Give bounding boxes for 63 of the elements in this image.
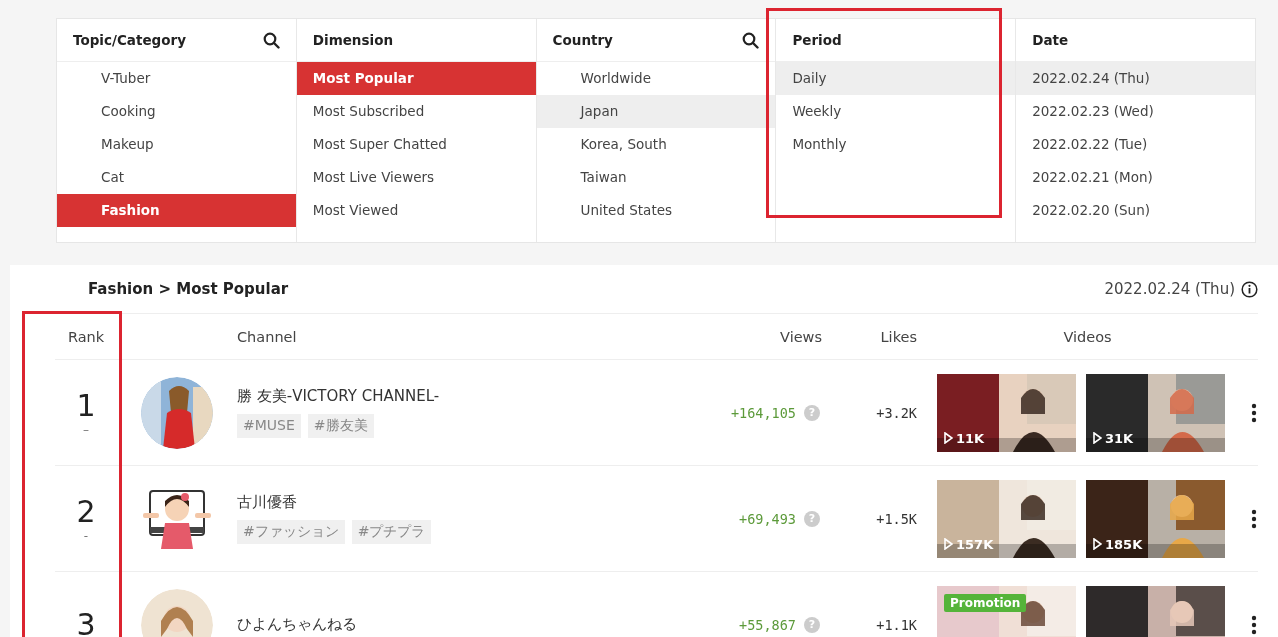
filter-option[interactable]: Makeup bbox=[57, 128, 296, 161]
ranking-date: 2022.02.24 (Thu) bbox=[1104, 280, 1235, 298]
filter-option[interactable]: Fashion bbox=[57, 194, 296, 227]
rank-change: - bbox=[83, 528, 89, 543]
likes-count: +1.5K bbox=[876, 511, 917, 527]
video-views: 11K bbox=[956, 430, 985, 446]
filter-option[interactable]: Taiwan bbox=[536, 161, 776, 194]
filter-option[interactable]: Most Live Viewers bbox=[296, 161, 536, 194]
views-count: +55,867 bbox=[739, 616, 796, 633]
likes-count: +3.2K bbox=[876, 405, 917, 421]
filter-option[interactable]: Daily bbox=[776, 62, 1016, 95]
video-views: 185K bbox=[1105, 536, 1143, 552]
search-icon[interactable] bbox=[262, 31, 280, 49]
play-icon bbox=[944, 538, 953, 550]
breadcrumb: Fashion > Most Popular bbox=[88, 280, 289, 298]
more-icon[interactable] bbox=[1251, 402, 1257, 423]
column-title: Dimension bbox=[312, 32, 393, 48]
filter-option[interactable]: 2022.02.21 (Mon) bbox=[1016, 161, 1255, 194]
column-title: Topic/Category bbox=[73, 32, 186, 48]
play-icon bbox=[1093, 432, 1102, 444]
filter-option[interactable]: Korea, South bbox=[536, 128, 776, 161]
column-header: Likes bbox=[879, 328, 917, 345]
filter-option[interactable]: Worldwide bbox=[536, 62, 776, 95]
video-views: 31K bbox=[1105, 430, 1134, 446]
filter-option[interactable]: 2022.02.24 (Thu) bbox=[1016, 62, 1255, 95]
filter-option[interactable]: 2022.02.22 (Tue) bbox=[1016, 128, 1255, 161]
play-icon bbox=[1093, 538, 1102, 550]
filter-option[interactable]: Most Viewed bbox=[296, 194, 536, 227]
column-header: Rank bbox=[66, 328, 106, 345]
filter-option[interactable]: Japan bbox=[536, 95, 776, 128]
rank-change: – bbox=[83, 422, 89, 437]
rank-number: 2 bbox=[76, 494, 96, 529]
play-icon bbox=[944, 432, 953, 444]
column-title: Period bbox=[792, 32, 842, 48]
views-count: +164,105 bbox=[730, 404, 796, 421]
info-icon[interactable] bbox=[1241, 280, 1258, 298]
column-title: Date bbox=[1032, 32, 1069, 48]
filter-option[interactable]: United States bbox=[536, 194, 776, 227]
filter-option[interactable]: Cat bbox=[57, 161, 296, 194]
column-header: Videos bbox=[1062, 328, 1113, 345]
filter-option[interactable]: V-Tuber bbox=[57, 62, 296, 95]
filter-option[interactable]: Most Subscribed bbox=[296, 95, 536, 128]
more-icon[interactable] bbox=[1251, 508, 1257, 529]
rank-number: 3 bbox=[76, 607, 96, 637]
filter-option[interactable]: Cooking bbox=[57, 95, 296, 128]
column-header: Channel bbox=[237, 328, 298, 345]
filter-option[interactable]: Weekly bbox=[776, 95, 1016, 128]
column-title: Country bbox=[552, 32, 613, 48]
filter-option[interactable]: 2022.02.23 (Wed) bbox=[1016, 95, 1255, 128]
search-icon[interactable] bbox=[742, 31, 760, 49]
filter-option[interactable]: Most Popular bbox=[296, 62, 536, 95]
views-count: +69,493 bbox=[739, 510, 796, 527]
channel-name[interactable]: 古川優香 bbox=[237, 493, 297, 512]
more-icon[interactable] bbox=[1251, 614, 1257, 635]
channel-name[interactable]: 勝 友美-VICTORY CHANNEL- bbox=[237, 387, 440, 406]
channel-name[interactable]: ひよんちゃんねる bbox=[237, 615, 357, 634]
filter-option[interactable]: Most Super Chatted bbox=[296, 128, 536, 161]
filter-option[interactable]: 2022.02.20 (Sun) bbox=[1016, 194, 1255, 227]
column-header: Views bbox=[779, 328, 822, 345]
filter-option[interactable]: Monthly bbox=[776, 128, 1016, 161]
video-views: 157K bbox=[956, 536, 994, 552]
rank-number: 1 bbox=[76, 388, 96, 423]
likes-count: +1.1K bbox=[876, 617, 917, 633]
